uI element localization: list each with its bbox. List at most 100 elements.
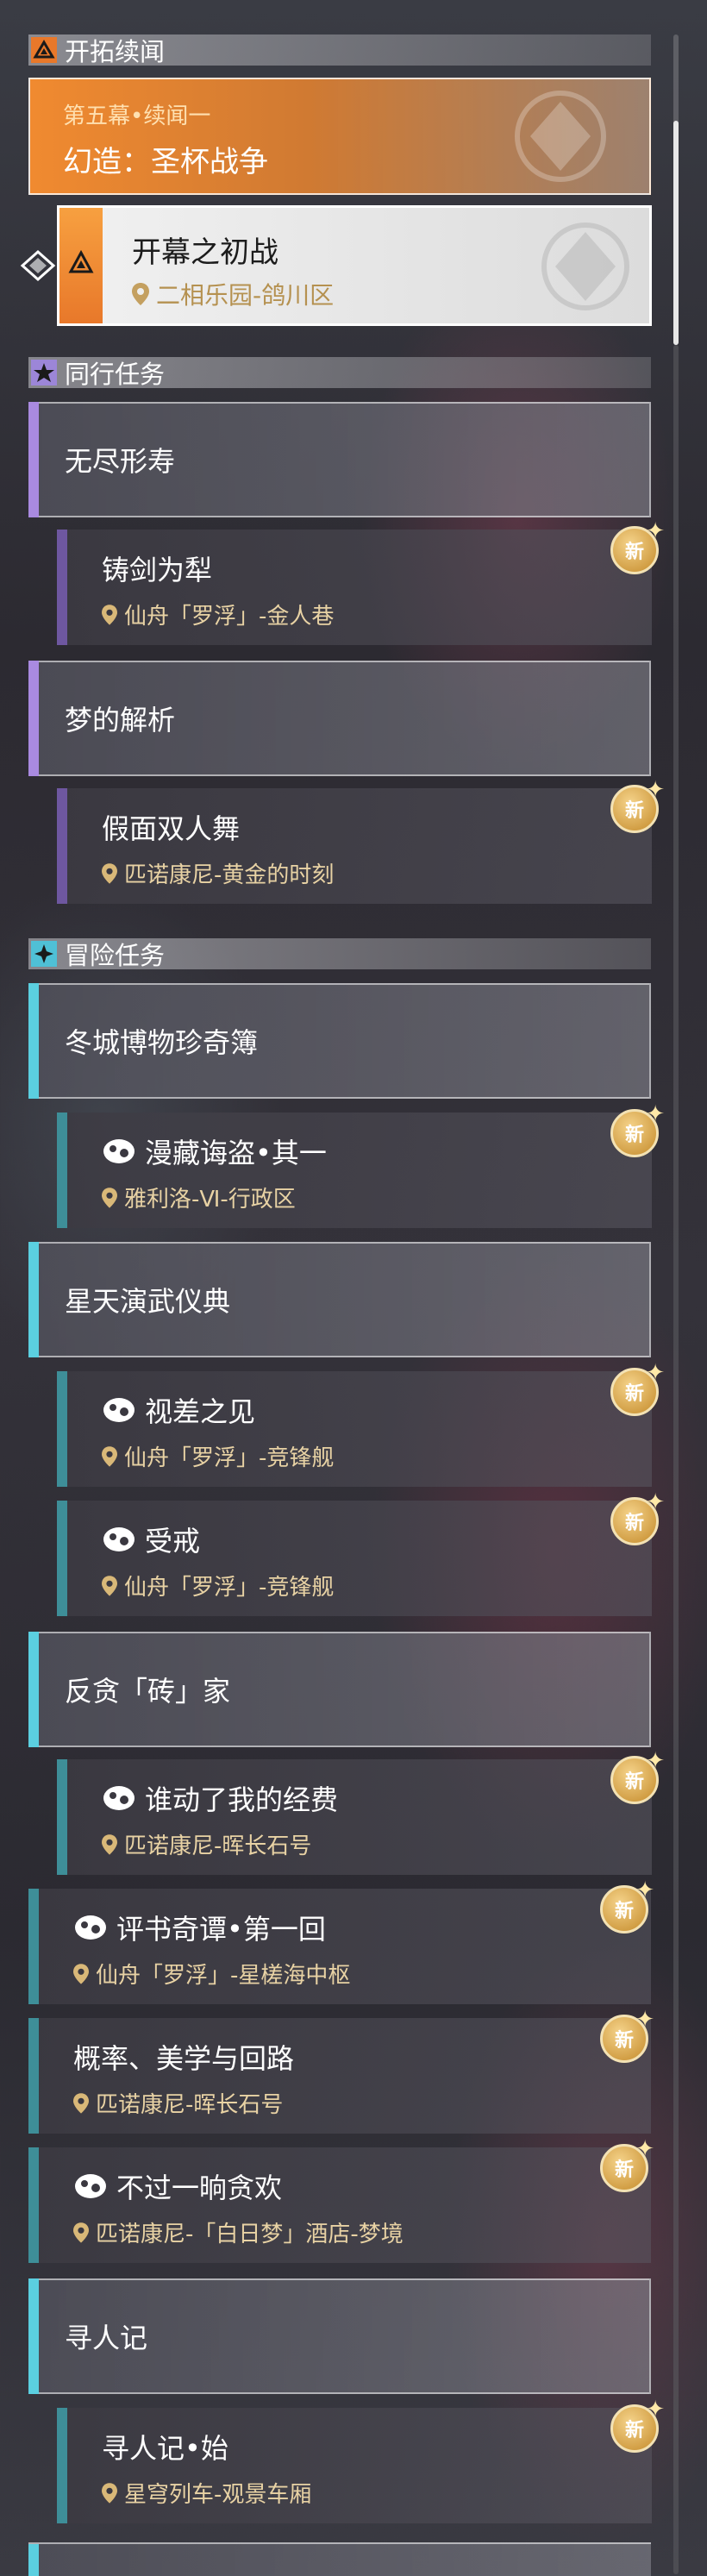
quest-item[interactable]: 铸剑为犁 仙舟「罗浮」-金人巷 <box>57 530 652 645</box>
companion-group-2[interactable]: 梦的解析 <box>28 661 651 776</box>
scrollbar-thumb[interactable] <box>673 121 679 345</box>
new-badge-icon: 新 ✦ <box>610 1489 665 1545</box>
quest-title-row: 漫藏诲盗•其一 <box>102 1131 327 1171</box>
quest-title-row: 评书奇谭•第一回 <box>73 1908 326 1947</box>
group-accent <box>28 1632 39 1747</box>
quest-title: 视差之见 <box>145 1395 256 1428</box>
adventure-quest-icon <box>103 1786 135 1810</box>
quest-item[interactable]: 概率、美学与回路 匹诺康尼-晖长石号 <box>28 2018 651 2134</box>
quest-title: 概率、美学与回路 <box>73 2042 295 2075</box>
adventure-group-1[interactable]: 冬城博物珍奇簿 <box>28 983 651 1099</box>
group-title: 梦的解析 <box>65 704 176 736</box>
subquest-accent <box>59 208 103 323</box>
item-accent <box>57 1501 67 1616</box>
new-badge-icon: 新 ✦ <box>610 2397 665 2453</box>
section-title: 同行任务 <box>65 360 166 389</box>
group-accent <box>28 983 39 1099</box>
quest-location: 雅利洛-Ⅵ-行政区 <box>102 1181 296 1213</box>
location-pin-icon <box>102 1575 117 1596</box>
sparkle-icon: ✦ <box>646 1101 665 1127</box>
location-pin-icon <box>102 1833 117 1855</box>
quest-item[interactable]: 漫藏诲盗•其一 雅利洛-Ⅵ-行政区 <box>57 1113 652 1228</box>
adventure-quest-icon <box>103 1527 135 1551</box>
group-title: 星天演武仪典 <box>65 1285 231 1318</box>
quest-location-text: 匹诺康尼-晖长石号 <box>96 2092 284 2118</box>
quest-title: 假面双人舞 <box>102 812 241 845</box>
quest-location: 匹诺康尼-「白日梦」酒店-梦境 <box>73 2216 404 2248</box>
quest-location-text: 雅利洛-Ⅵ-行政区 <box>124 1187 296 1213</box>
quest-location: 星穹列车-观景车厢 <box>102 2477 311 2509</box>
section-title: 冒险任务 <box>65 941 166 970</box>
adventure-group-4[interactable]: 寻人记 <box>28 2278 651 2394</box>
item-accent <box>57 1113 67 1228</box>
quest-item[interactable]: 评书奇谭•第一回 仙舟「罗浮」-星槎海中枢 <box>28 1889 651 2004</box>
quest-title-row: 视差之见 <box>102 1390 255 1430</box>
companion-group-1[interactable]: 无尽形寿 <box>28 402 651 517</box>
item-accent <box>57 1759 67 1875</box>
emblem-watermark-icon <box>496 85 625 191</box>
quest-title-row: 不过一晌贪欢 <box>73 2166 282 2206</box>
quest-location-text: 仙舟「罗浮」-金人巷 <box>124 604 335 630</box>
adventure-group-2[interactable]: 星天演武仪典 <box>28 1242 651 1357</box>
location-pin-icon <box>102 1187 117 1208</box>
quest-location-text: 仙舟「罗浮」-星槎海中枢 <box>96 1963 351 1989</box>
quest-item[interactable]: 谁动了我的经费 匹诺康尼-晖长石号 <box>57 1759 652 1875</box>
badge-text: 新 <box>624 1125 644 1146</box>
quest-location: 仙舟「罗浮」-星槎海中枢 <box>73 1958 350 1990</box>
sparkle-icon: ✦ <box>635 2007 654 2033</box>
selected-arrow-icon <box>19 248 57 286</box>
new-badge-icon: 新 ✦ <box>610 1360 665 1416</box>
sparkle-icon: ✦ <box>646 1748 665 1774</box>
section-trailblaze-header: 开拓续闻 <box>28 34 651 66</box>
new-badge-icon: 新 ✦ <box>610 777 665 833</box>
group-title: 冬城博物珍奇簿 <box>65 1026 259 1059</box>
next-group-partial[interactable] <box>28 2542 651 2576</box>
quest-title: 寻人记•始 <box>102 2432 228 2465</box>
location-pin-icon <box>102 862 117 884</box>
quest-location: 仙舟「罗浮」-金人巷 <box>102 599 334 630</box>
quest-location: 仙舟「罗浮」-竞锋舰 <box>102 1440 334 1472</box>
quest-title: 不过一晌贪欢 <box>116 2172 283 2204</box>
subquest-location: 二相乐园-鸽川区 <box>132 277 334 311</box>
group-title: 寻人记 <box>65 2322 148 2354</box>
adventure-group-3[interactable]: 反贪「砖」家 <box>28 1632 651 1747</box>
scrollbar-track <box>673 345 679 2574</box>
item-accent <box>28 1889 39 2004</box>
main-quest-card[interactable]: 第五幕•续闻一 幻造：圣杯战争 <box>28 78 651 195</box>
item-accent <box>57 1371 67 1487</box>
quest-item[interactable]: 视差之见 仙舟「罗浮」-竞锋舰 <box>57 1371 652 1487</box>
section-title: 开拓续闻 <box>65 37 166 66</box>
new-badge-icon: 新 ✦ <box>610 518 665 574</box>
trailblaze-icon <box>30 36 58 64</box>
quest-location-text: 匹诺康尼-黄金的时刻 <box>124 862 335 888</box>
new-badge-icon: 新 ✦ <box>600 1877 654 1934</box>
item-accent <box>28 2018 39 2134</box>
group-accent <box>28 2278 39 2394</box>
group-title: 反贪「砖」家 <box>65 1675 231 1708</box>
emblem-watermark-icon <box>525 215 646 322</box>
quest-location-text: 仙舟「罗浮」-竞锋舰 <box>124 1445 335 1471</box>
quest-title: 铸剑为犁 <box>102 554 213 586</box>
adventure-compass-icon <box>30 940 58 968</box>
main-quest-chapter: 第五幕•续闻一 <box>63 103 211 129</box>
quest-item[interactable]: 假面双人舞 匹诺康尼-黄金的时刻 <box>57 788 652 904</box>
sparkle-icon: ✦ <box>646 2397 665 2422</box>
quest-title: 谁动了我的经费 <box>145 1783 339 1816</box>
group-accent <box>28 2544 39 2576</box>
quest-item[interactable]: 不过一晌贪欢 匹诺康尼-「白日梦」酒店-梦境 <box>28 2147 651 2263</box>
quest-item[interactable]: 受戒 仙舟「罗浮」-竞锋舰 <box>57 1501 652 1616</box>
badge-text: 新 <box>614 2030 634 2052</box>
new-badge-icon: 新 ✦ <box>600 2007 654 2063</box>
group-accent <box>28 661 39 776</box>
badge-text: 新 <box>624 1771 644 1793</box>
badge-text: 新 <box>624 1513 644 1534</box>
badge-text: 新 <box>624 1383 644 1405</box>
location-pin-icon <box>102 1445 117 1467</box>
main-subquest-card[interactable]: 开幕之初战 二相乐园-鸽川区 <box>57 205 652 326</box>
item-accent <box>57 2408 67 2523</box>
quest-item[interactable]: 寻人记•始 星穹列车-观景车厢 <box>57 2408 652 2523</box>
badge-text: 新 <box>624 542 644 563</box>
quest-location-text: 仙舟「罗浮」-竞锋舰 <box>124 1575 335 1601</box>
sparkle-icon: ✦ <box>646 1489 665 1515</box>
adventure-quest-icon <box>75 2174 106 2198</box>
